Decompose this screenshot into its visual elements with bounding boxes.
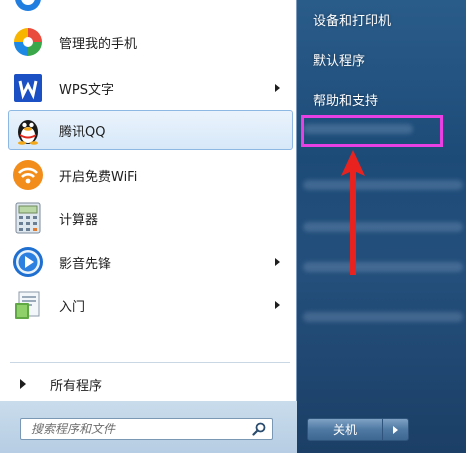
program-label: 管理我的手机 [59,36,138,52]
program-label: 影音先锋 [59,256,112,272]
all-programs-separator [10,362,290,363]
program-label: 入门 [59,299,86,315]
right-link-devices-printers[interactable]: 设备和打印机 [313,10,391,29]
all-programs-button[interactable]: 所有程序 [8,371,293,397]
all-programs-label: 所有程序 [50,378,103,394]
search-input[interactable] [31,422,241,436]
wps-writer-icon [11,71,45,105]
program-item-wps-writer[interactable]: WPS文字 [8,68,293,108]
phone-manager-icon [11,25,45,59]
blurred-region [303,180,463,190]
right-link-default-programs[interactable]: 默认程序 [313,50,365,69]
search-icon[interactable] [252,422,266,436]
program-label: 计算器 [59,212,99,228]
shutdown-label: 关机 [332,423,357,437]
shutdown-controls: 关机 [307,418,409,441]
getting-started-icon [11,288,45,322]
program-item-qq[interactable]: 腾讯QQ [8,110,293,150]
system-links-pane: 设备和打印机 默认程序 帮助和支持 [297,0,466,453]
program-item-cutoff[interactable] [8,0,293,18]
wifi-icon [11,158,45,192]
shutdown-arrow-icon [393,425,398,434]
browser-icon [11,0,45,15]
shutdown-options-button[interactable] [383,418,409,441]
search-area [0,401,297,453]
blurred-region [303,312,463,322]
qq-penguin-icon [11,113,45,147]
right-link-help-support[interactable]: 帮助和支持 [313,90,378,109]
submenu-arrow-icon [275,258,280,266]
all-programs-arrow-icon [20,379,26,389]
search-box[interactable] [20,418,273,440]
program-label: WPS文字 [59,82,114,98]
program-item-media-player[interactable]: 影音先锋 [8,242,293,282]
blurred-region [303,262,463,272]
program-item-getting-started[interactable]: 入门 [8,285,293,325]
program-list-pane: 管理我的手机 WPS文字 腾讯QQ 开启免费WiFi 计算器 影音先锋 入门 所… [0,0,297,401]
annotation-arrow-icon [341,150,365,275]
program-label: 腾讯QQ [59,124,106,140]
program-item-calculator[interactable]: 计算器 [8,198,293,238]
blurred-region [303,222,463,232]
submenu-arrow-icon [275,301,280,309]
program-item-phone-manager[interactable]: 管理我的手机 [8,22,293,62]
submenu-arrow-icon [275,84,280,92]
start-menu-screen: 管理我的手机 WPS文字 腾讯QQ 开启免费WiFi 计算器 影音先锋 入门 所… [0,0,466,453]
calculator-icon [11,201,45,235]
shutdown-button[interactable]: 关机 [307,418,383,441]
annotation-highlight-box [301,115,443,147]
media-player-icon [11,245,45,279]
program-label: 开启免费WiFi [59,169,138,185]
program-item-free-wifi[interactable]: 开启免费WiFi [8,155,293,195]
